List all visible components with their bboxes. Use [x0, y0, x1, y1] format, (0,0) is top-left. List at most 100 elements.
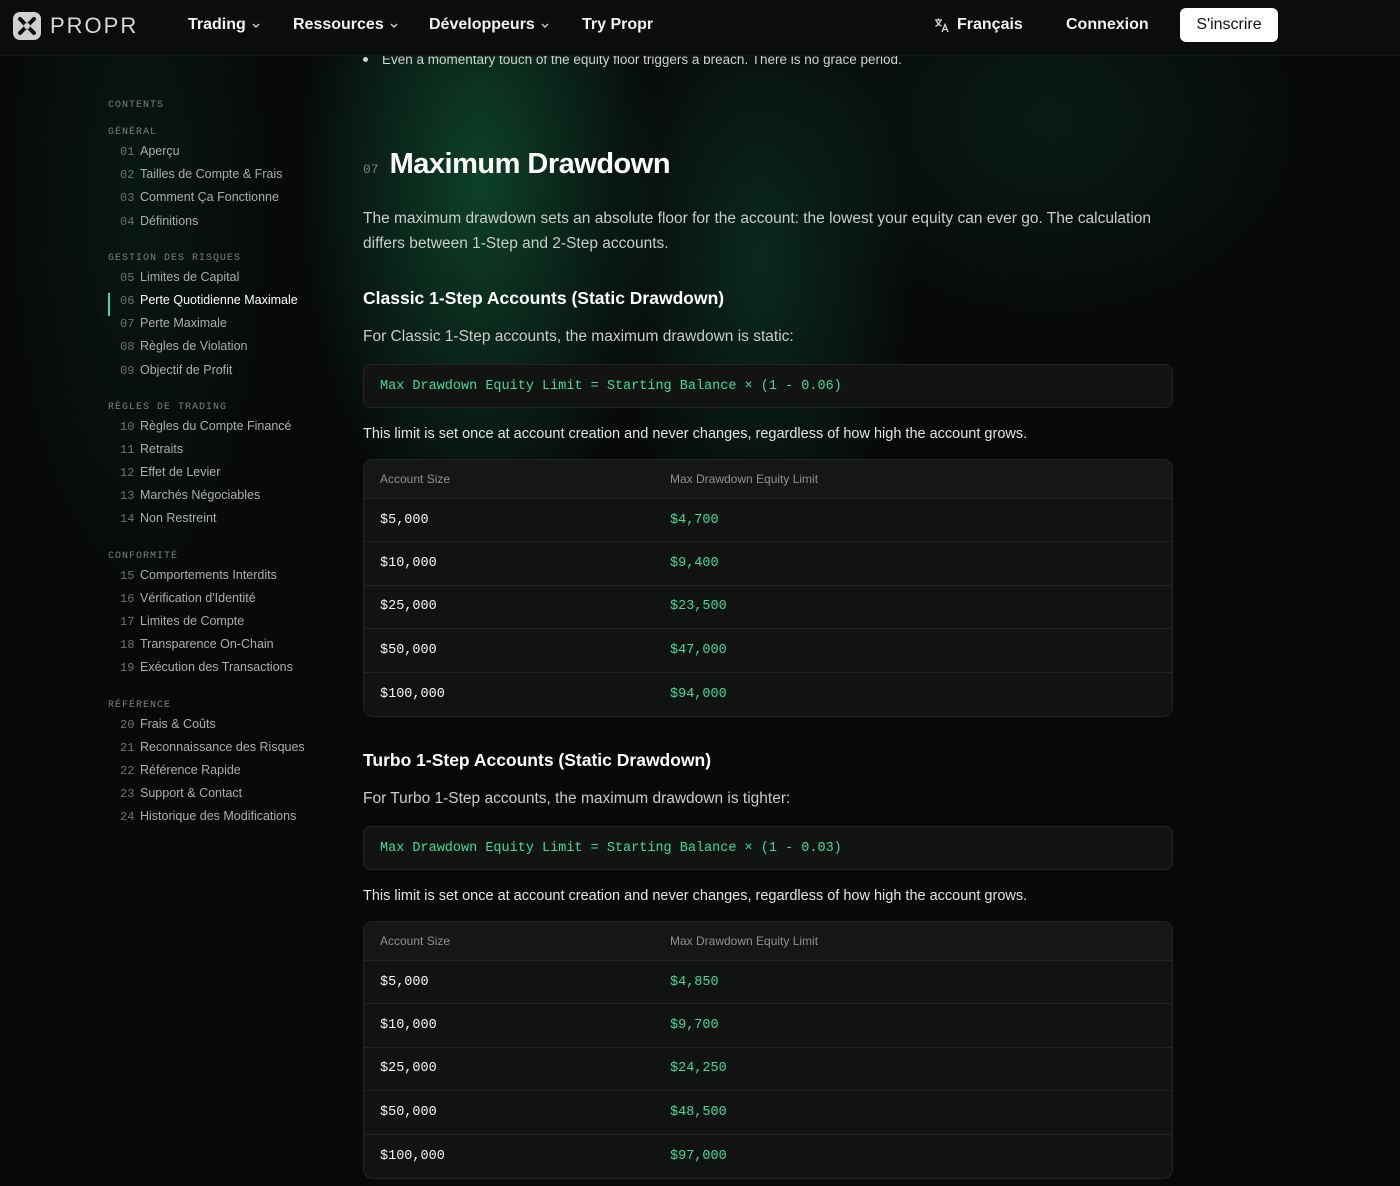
- sidebar-item-objectif-profit[interactable]: 09 Objectif de Profit: [108, 363, 328, 386]
- sidebar-item-reference-rapide[interactable]: 22 Référence Rapide: [108, 763, 328, 786]
- item-label: Définitions: [140, 213, 199, 228]
- translate-icon: [935, 18, 949, 33]
- item-num: 03: [120, 191, 135, 206]
- turbo-note: This limit is set once at account creati…: [363, 888, 1028, 904]
- cell-size: $25,000: [380, 599, 437, 615]
- cell-limit: $97,000: [670, 1148, 727, 1164]
- classic-note: This limit is set once at account creati…: [363, 426, 1028, 442]
- item-label: Aperçu: [140, 144, 180, 158]
- nav-trading[interactable]: Trading: [188, 16, 261, 34]
- table-header: Account Size Max Drawdown Equity Limit: [364, 922, 1172, 961]
- classic-desc: For Classic 1-Step accounts, the maximum…: [363, 328, 794, 345]
- table-row: $5,000 $4,850: [364, 961, 1172, 1005]
- table-row: $25,000 $24,250: [364, 1048, 1172, 1092]
- item-label: Référence Rapide: [140, 762, 241, 777]
- item-label: Perte Maximale: [140, 316, 227, 331]
- item-num: 12: [120, 466, 135, 481]
- sidebar-item-apercu[interactable]: 01 Aperçu: [108, 144, 328, 167]
- chevron-down-icon: [252, 23, 260, 28]
- item-label: Objectif de Profit: [140, 362, 233, 377]
- classic-title: Classic 1-Step Accounts (Static Drawdown…: [363, 288, 725, 308]
- item-label: Exécution des Transactions: [140, 660, 293, 675]
- sidebar-item-limites-capital[interactable]: 05 Limites de Capital: [108, 270, 328, 293]
- sidebar-item-tailles[interactable]: 02 Tailles de Compte & Frais: [108, 167, 328, 190]
- bullet-dot: [363, 57, 368, 62]
- signup-button[interactable]: S'inscrire: [1180, 8, 1278, 42]
- item-num: 24: [120, 810, 135, 825]
- sidebar-item-compte-finance[interactable]: 10 Règles du Compte Financé: [108, 419, 328, 442]
- toc-section-gestion-risques: GESTION DES RISQUES: [108, 252, 242, 264]
- sidebar-item-frais[interactable]: 20 Frais & Coûts: [108, 717, 328, 740]
- chevron-down-icon: [390, 23, 398, 28]
- item-num: 11: [120, 442, 135, 457]
- sidebar-item-verification[interactable]: 16 Vérification d'Identité: [108, 591, 328, 614]
- cell-limit: $94,000: [670, 686, 727, 702]
- item-num: 16: [120, 591, 135, 606]
- cell-size: $10,000: [380, 556, 437, 572]
- sidebar-item-transparence[interactable]: 18 Transparence On-Chain: [108, 637, 328, 660]
- item-num: 19: [120, 661, 135, 676]
- table-row: $10,000 $9,700: [364, 1004, 1172, 1048]
- cell-limit: $4,700: [670, 512, 719, 528]
- sidebar-item-non-restreint[interactable]: 14 Non Restreint: [108, 511, 328, 534]
- login-link[interactable]: Connexion: [1066, 16, 1149, 34]
- sidebar-item-regles-violation[interactable]: 08 Règles de Violation: [108, 339, 328, 362]
- nav-ressources[interactable]: Ressources: [293, 16, 399, 34]
- nav-developpeurs[interactable]: Développeurs: [429, 16, 550, 34]
- turbo-title: Turbo 1-Step Accounts (Static Drawdown): [363, 750, 712, 770]
- item-num: 13: [120, 489, 135, 504]
- toc-section-conformite: CONFORMITÉ: [108, 550, 179, 562]
- section-title: Maximum Drawdown: [389, 148, 671, 180]
- sidebar-item-historique[interactable]: 24 Historique des Modifications: [108, 809, 328, 832]
- table-row: $25,000 $23,500: [364, 586, 1172, 630]
- cell-limit: $23,500: [670, 599, 727, 615]
- sidebar-item-comportements[interactable]: 15 Comportements Interdits: [108, 568, 328, 591]
- sidebar-item-marches[interactable]: 13 Marchés Négociables: [108, 488, 328, 511]
- turbo-desc: For Turbo 1-Step accounts, the maximum d…: [363, 790, 791, 807]
- sidebar-item-reconnaissance[interactable]: 21 Reconnaissance des Risques: [108, 740, 328, 763]
- nav-trading-label: Trading: [188, 16, 246, 33]
- item-num: 05: [120, 270, 135, 285]
- sidebar-item-effet-levier[interactable]: 12 Effet de Levier: [108, 465, 328, 488]
- language-selector[interactable]: Français: [934, 16, 1023, 34]
- header-limit: Max Drawdown Equity Limit: [670, 934, 819, 948]
- item-num: 08: [120, 340, 135, 355]
- logo-text: PROPR: [50, 13, 139, 38]
- sidebar-item-perte-quotidienne[interactable]: 06 Perte Quotidienne Maximale: [108, 292, 328, 317]
- sidebar-item-definitions[interactable]: 04 Définitions: [108, 214, 328, 237]
- sidebar-item-comment[interactable]: 03 Comment Ça Fonctionne: [108, 190, 328, 213]
- sidebar-item-retraits[interactable]: 11 Retraits: [108, 442, 328, 465]
- item-num: 01: [120, 145, 135, 159]
- item-num: 21: [120, 740, 135, 755]
- item-num: 02: [120, 168, 135, 183]
- item-label: Reconnaissance des Risques: [140, 739, 305, 754]
- intro-paragraph: The maximum drawdown sets an absolute fl…: [363, 210, 1152, 252]
- sidebar-item-perte-maximale[interactable]: 07 Perte Maximale: [108, 316, 328, 339]
- toc-section-reference: RÉFÉRENCE: [108, 699, 172, 711]
- item-label: Support & Contact: [140, 786, 243, 801]
- item-label: Perte Quotidienne Maximale: [140, 292, 298, 307]
- item-label: Limites de Compte: [140, 614, 245, 628]
- cell-limit: $24,250: [670, 1061, 727, 1077]
- logo[interactable]: PROPR: [12, 11, 138, 41]
- item-label: Non Restreint: [140, 511, 217, 526]
- chevron-down-icon: [541, 23, 549, 28]
- item-label: Limites de Capital: [140, 269, 240, 284]
- item-label: Effet de Levier: [140, 465, 221, 480]
- turbo-formula-code: Max Drawdown Equity Limit = Starting Bal…: [363, 826, 1173, 870]
- table-row: $100,000 $97,000: [364, 1135, 1172, 1178]
- sidebar-item-limites-compte[interactable]: 17 Limites de Compte: [108, 614, 328, 637]
- item-num: 17: [120, 615, 135, 629]
- item-label: Marchés Négociables: [140, 488, 261, 503]
- sidebar-item-support[interactable]: 23 Support & Contact: [108, 786, 328, 809]
- toc-title: CONTENTS: [108, 100, 165, 111]
- nav-try-propr[interactable]: Try Propr: [582, 16, 653, 34]
- classic-formula-code: Max Drawdown Equity Limit = Starting Bal…: [363, 364, 1173, 408]
- cell-size: $25,000: [380, 1061, 437, 1077]
- item-num: 18: [120, 638, 135, 653]
- item-label: Vérification d'Identité: [140, 590, 256, 605]
- sidebar-toc: CONTENTS GÉNÉRAL 01 Aperçu 02 Tailles de C…: [108, 100, 328, 833]
- cell-size: $50,000: [380, 642, 437, 658]
- top-navbar: PROPR Trading Ressources Développeurs Tr…: [0, 0, 1400, 56]
- sidebar-item-execution[interactable]: 19 Exécution des Transactions: [108, 660, 328, 683]
